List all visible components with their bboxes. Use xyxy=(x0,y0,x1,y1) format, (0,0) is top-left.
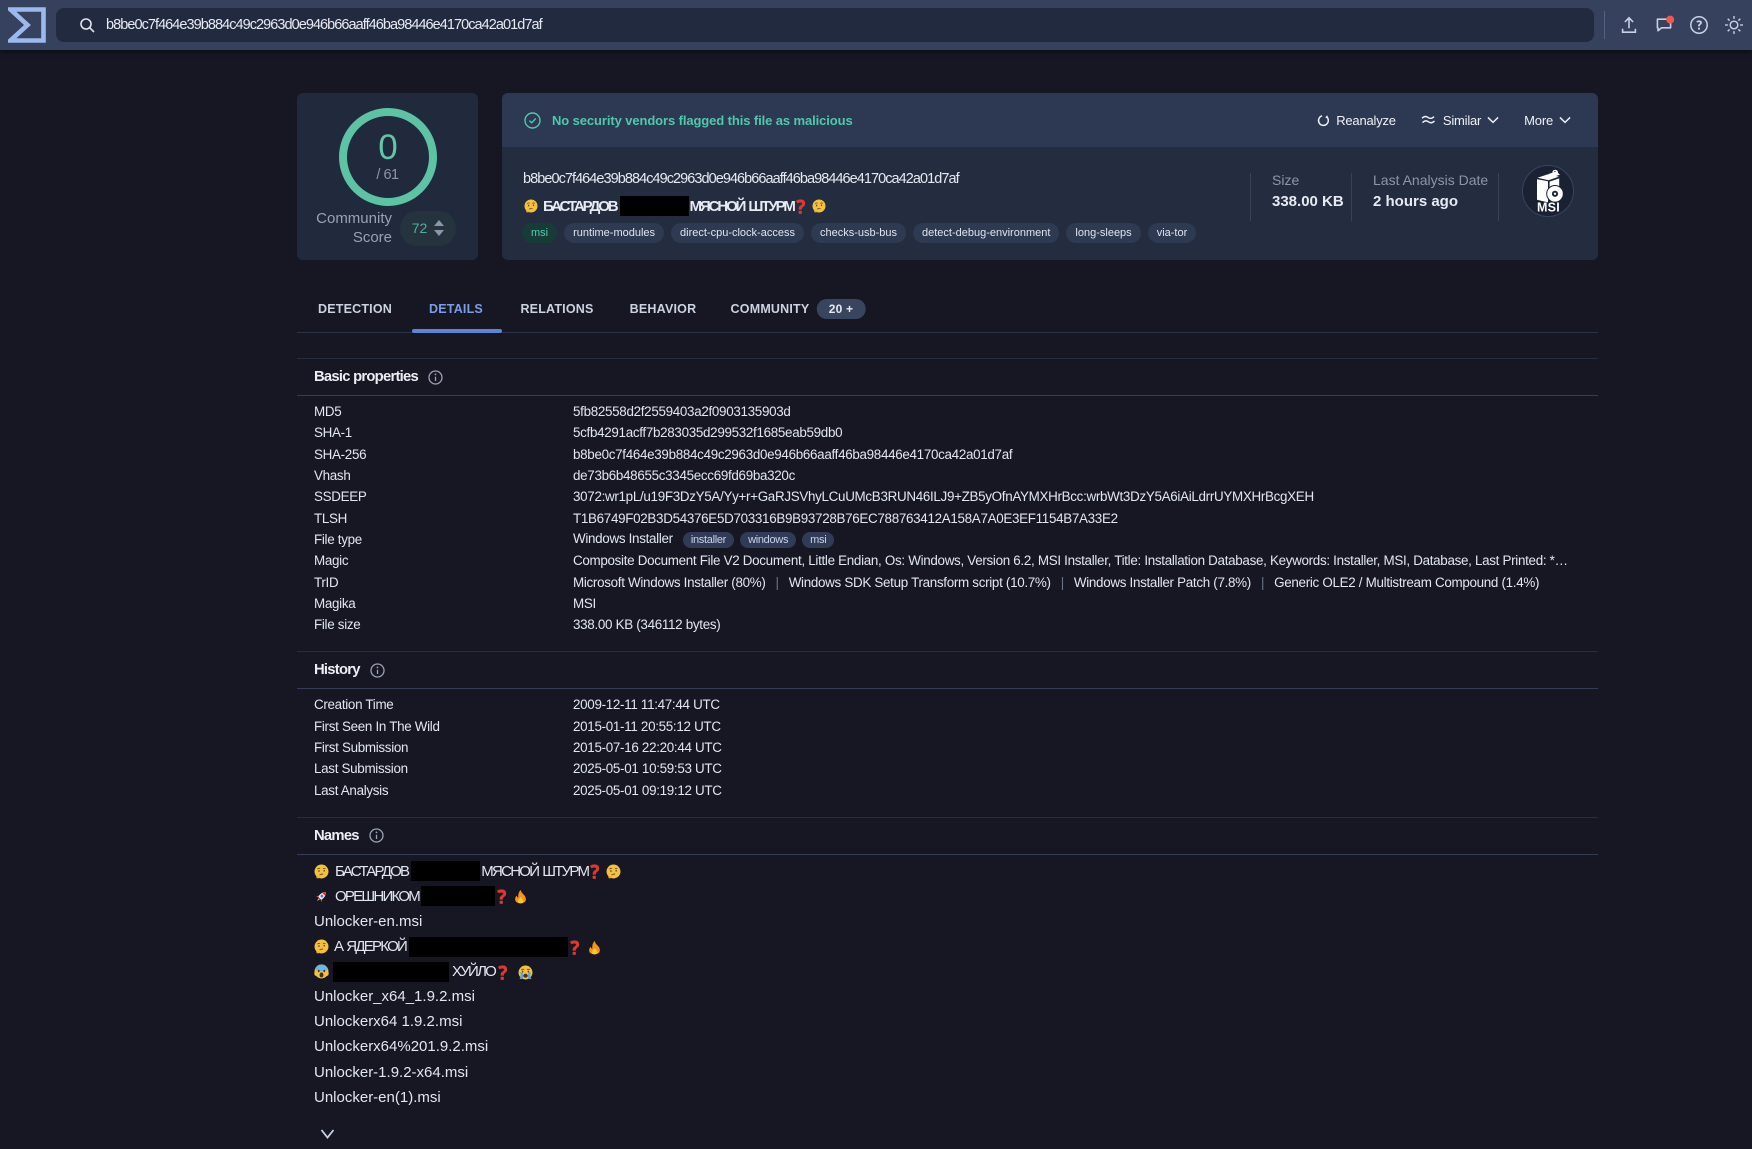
svg-text:MSI: MSI xyxy=(1537,201,1560,215)
